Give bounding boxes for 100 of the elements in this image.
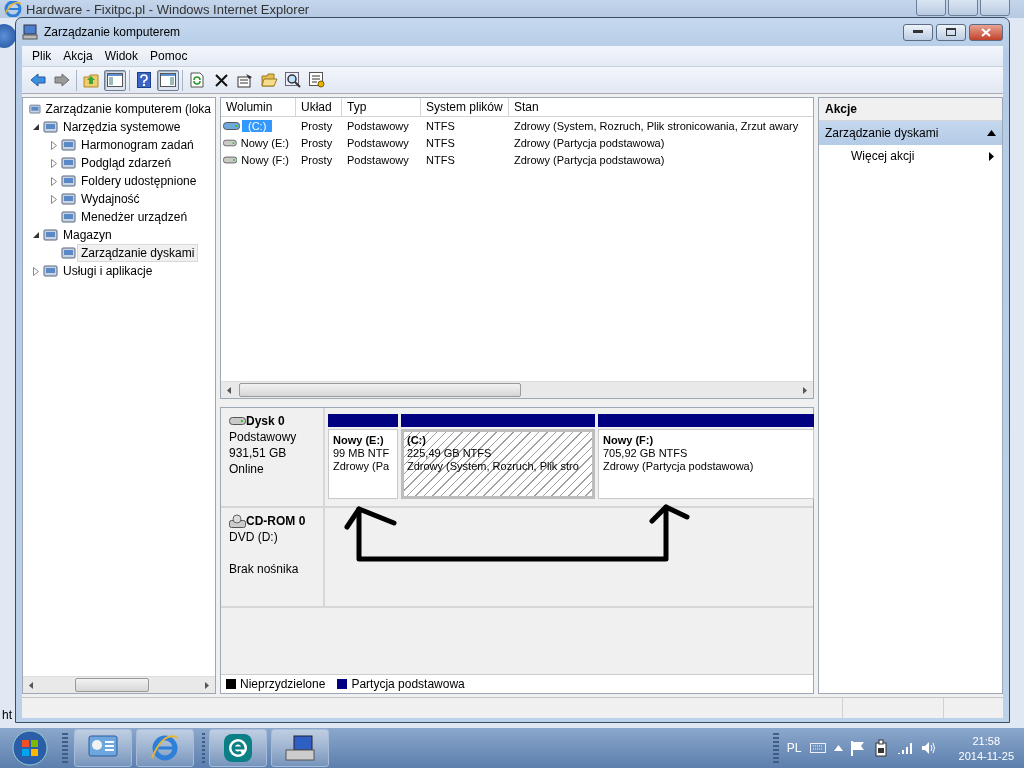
minimize-icon [913,30,923,34]
table-cell-text: Podstawowy [346,153,410,166]
collapsed-arrow-icon[interactable] [51,158,57,168]
column-header[interactable]: Stan [509,98,813,116]
tree-item[interactable]: Usługi i aplikacje [59,262,157,280]
node-icon [61,209,77,225]
node-icon [61,155,77,171]
tree-item[interactable]: Wydajność [77,190,144,208]
volume-icon[interactable] [920,741,937,755]
menu-item[interactable]: Widok [98,49,145,63]
column-header[interactable]: Układ [296,98,342,116]
scroll-left-icon[interactable] [29,681,33,689]
browser-logo-icon [4,1,22,17]
keyboard-icon[interactable] [809,743,826,753]
column-header[interactable]: Wolumin [221,98,296,116]
clock[interactable]: 21:58 2014-11-25 [958,734,1014,762]
disk-info: Online [229,462,265,476]
tree-item[interactable]: Zarządzanie dyskami [77,244,199,262]
maximize-button[interactable] [936,23,966,41]
disk-name[interactable]: CD-ROM 0 [246,514,306,528]
tree-item[interactable]: Foldery udostępnione [77,172,201,190]
forward-arrow-icon [54,73,70,87]
node-icon [61,191,77,207]
maximize-icon [946,28,956,36]
disk-info: Brak nośnika [229,562,300,576]
node-icon [43,227,59,243]
tree-item[interactable]: Zarządzanie komputerem (loka [41,100,215,118]
table-cell-text: Prosty [300,136,334,149]
node-icon [61,173,77,189]
collapsed-arrow-icon[interactable] [33,266,39,276]
toolbar-button[interactable] [157,69,179,91]
table-cell-text: NTFS [425,119,456,132]
table-cell-text: Zdrowy (Partycja podstawowa) [513,153,666,166]
show-hidden-icons-icon[interactable] [833,745,843,751]
horizontal-scrollbar[interactable] [23,676,215,693]
signal-icon[interactable] [896,742,913,754]
column-header[interactable]: Typ [342,98,421,116]
column-header[interactable]: System plików [421,98,509,116]
browser-status-text: ht [2,708,12,722]
collapsed-arrow-icon[interactable] [51,194,57,204]
tree-item[interactable]: Harmonogram zadań [77,136,198,154]
toolbar-button[interactable] [306,69,328,91]
volume-name[interactable]: Nowy (E:) [238,136,291,149]
actions-section-header[interactable]: Zarządzanie dyskami [819,121,1002,145]
partition[interactable]: Nowy (E:) 99 MB NTF Zdrowy (Pa [328,429,398,499]
pane-icon [107,73,123,87]
scroll-left-icon[interactable] [227,386,231,394]
expanded-arrow-icon[interactable] [32,231,40,239]
computer-icon [22,24,38,40]
power-icon[interactable] [872,739,889,757]
drive-icon [229,416,246,426]
window-title: Zarządzanie komputerem [44,25,181,39]
taskbar-app-button[interactable] [136,729,194,767]
start-button[interactable] [10,729,50,767]
tree-item[interactable]: Narzędzia systemowe [59,118,185,136]
tree-item[interactable]: Podgląd zdarzeń [77,154,176,172]
taskbar-app-button[interactable] [74,729,132,767]
search-icon [285,72,301,88]
horizontal-scrollbar[interactable] [221,381,813,398]
pane-icon [160,73,176,87]
disk-name[interactable]: Dysk 0 [246,414,285,428]
collapse-arrow-icon [987,130,996,136]
table-cell-text: Prosty [300,153,334,166]
flag-icon[interactable] [850,740,865,756]
menu-item[interactable]: Pomoc [144,49,194,63]
table-cell-text: Podstawowy [346,119,410,132]
disk-info: DVD (D:) [229,530,279,544]
refresh-icon [190,72,204,88]
node-icon [61,137,77,153]
table-cell-text: NTFS [425,153,456,166]
node-icon [61,245,77,261]
table-cell-text: NTFS [425,136,456,149]
help-icon [137,72,151,88]
table-cell-text: Podstawowy [346,136,410,149]
scroll-right-icon[interactable] [803,386,807,394]
scroll-right-icon[interactable] [205,681,209,689]
collapsed-arrow-icon[interactable] [51,176,57,186]
partition-bar [328,414,398,427]
partition[interactable]: (C:) 225,49 GB NTFS Zdrowy (System, Rozruch, Plik stro [401,429,595,499]
toolbar-button[interactable] [104,69,126,91]
node-icon [43,119,59,135]
table-cell-text: Prosty [300,119,334,132]
partition[interactable]: Nowy (F:) 705,92 GB NTFS Zdrowy (Partycja podstawowa) [598,429,814,499]
actions-title: Akcje [819,98,1002,121]
menu-item[interactable]: Akcja [57,49,99,63]
tree-item[interactable]: Magazyn [59,226,116,244]
close-icon [981,27,991,37]
folder-up-icon [83,72,99,88]
taskbar-app-button[interactable] [271,729,329,767]
taskbar-app-button[interactable] [209,729,267,767]
action-link[interactable]: Więcej akcji [851,149,915,163]
volume-name[interactable]: Nowy (F:) [239,153,291,166]
table-cell-text: Zdrowy (Partycja podstawowa) [513,136,666,149]
tree-item[interactable]: Menedżer urządzeń [77,208,192,226]
submenu-arrow-icon [989,151,994,161]
menu-item[interactable]: Plik [26,49,58,63]
table-cell-text: Zdrowy (System, Rozruch, Plik stronicowania, Zrzut awary [513,119,800,132]
expanded-arrow-icon[interactable] [32,123,40,131]
collapsed-arrow-icon[interactable] [51,140,57,150]
cd-drive-icon [229,514,246,528]
